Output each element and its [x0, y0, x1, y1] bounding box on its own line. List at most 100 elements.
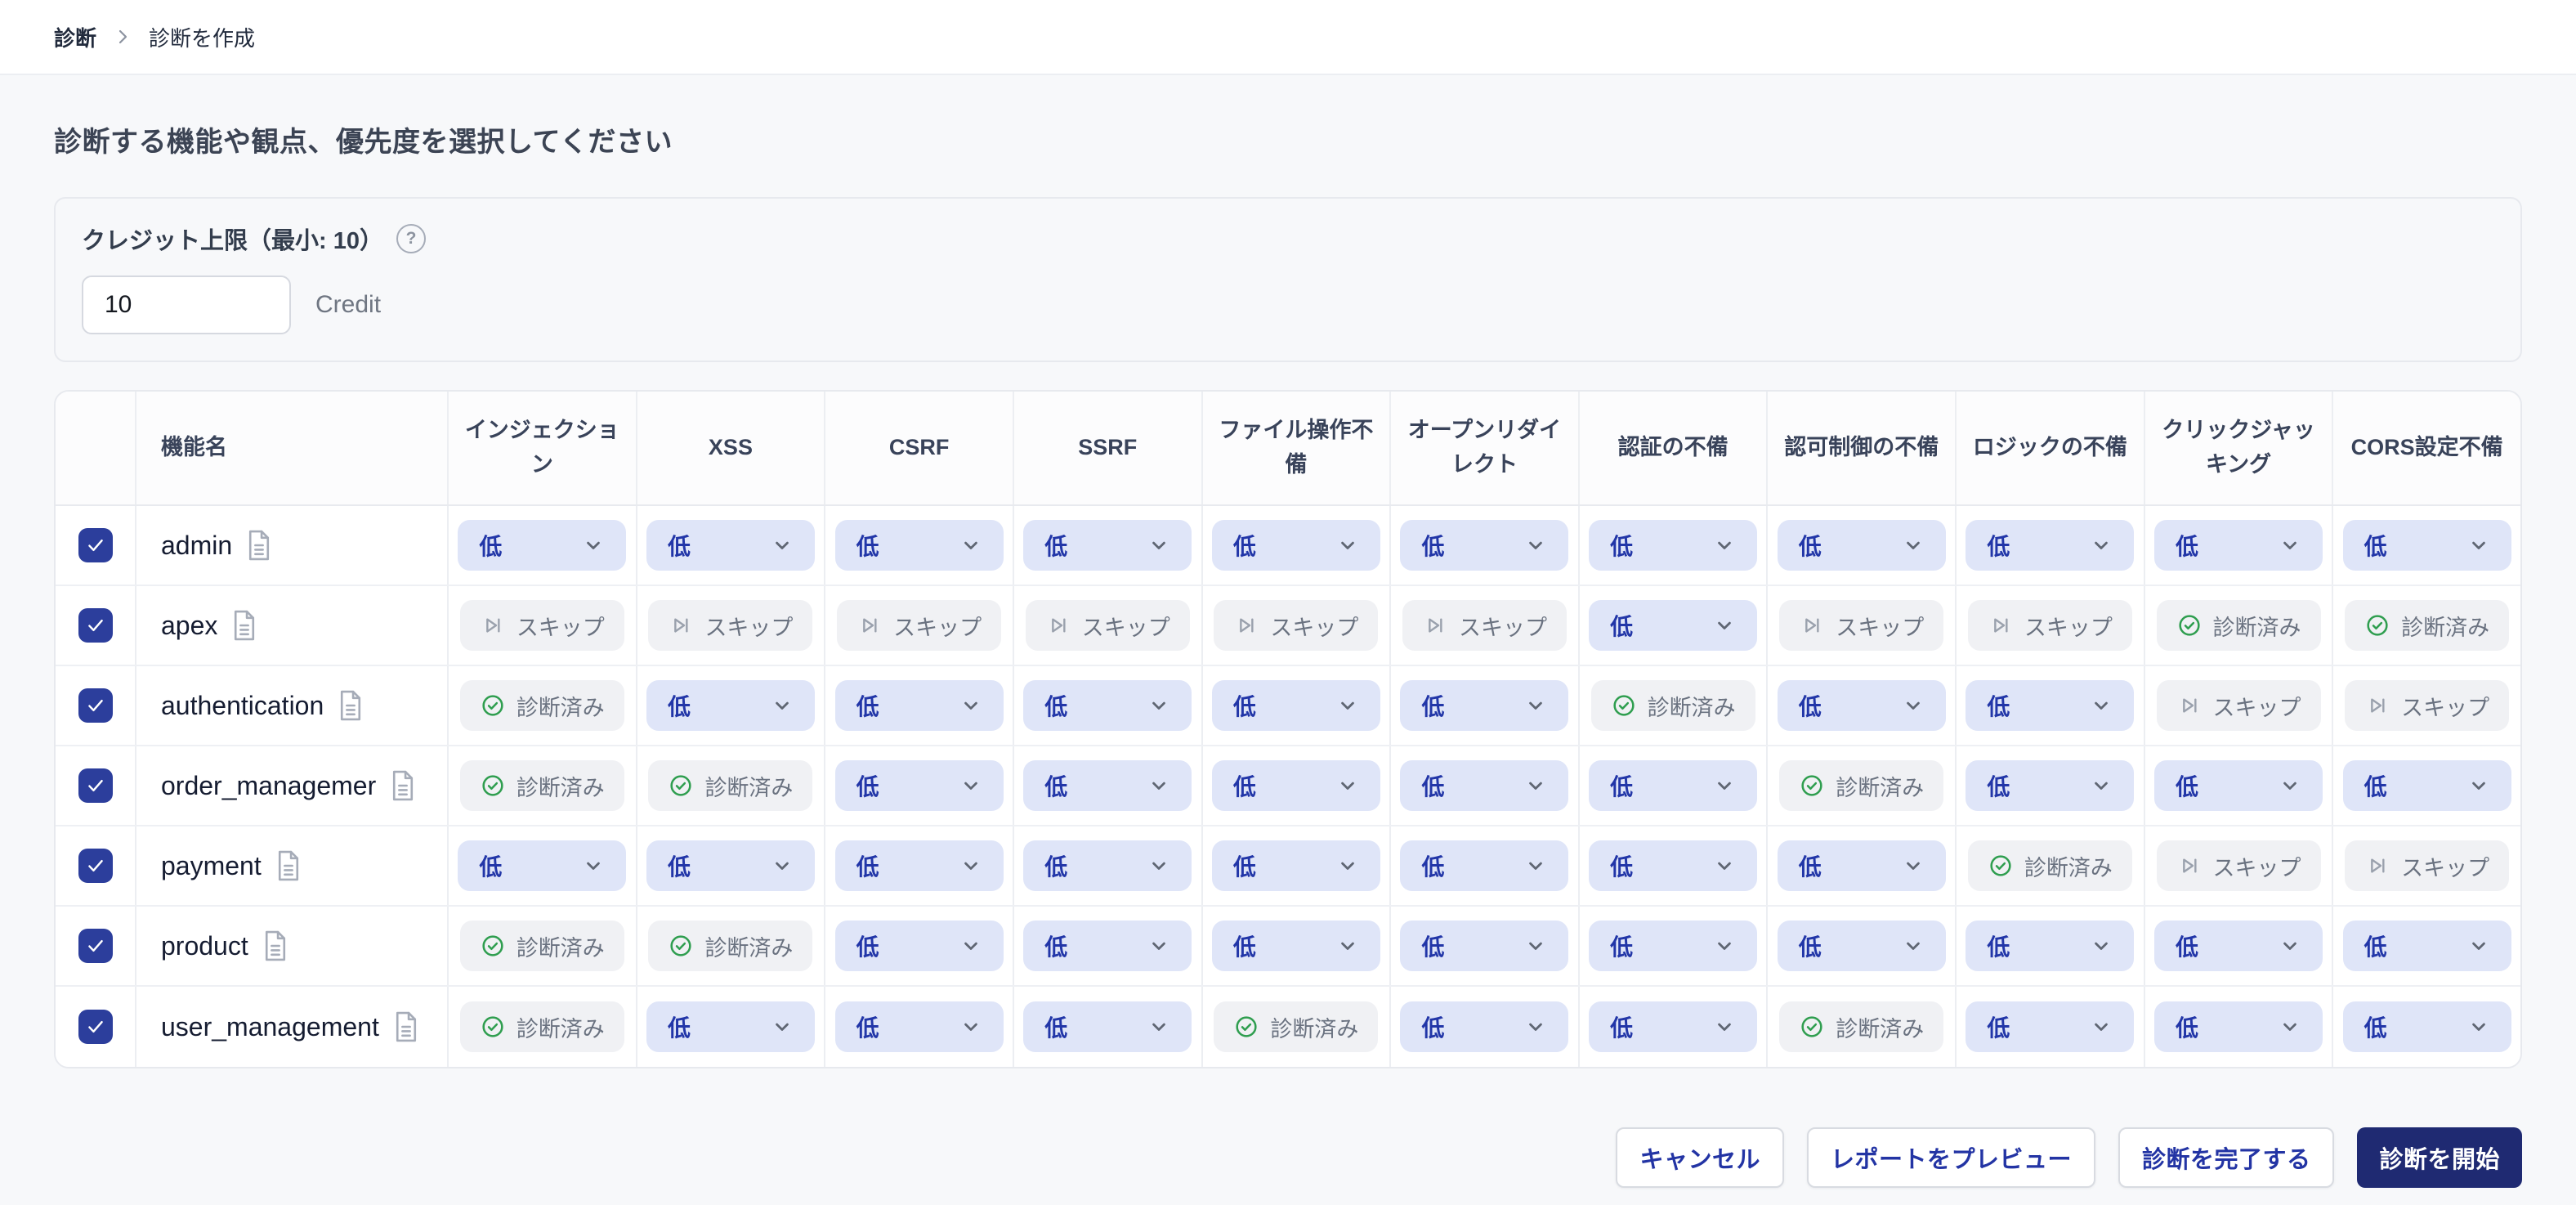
priority-dropdown[interactable]: 低 [2342, 921, 2511, 971]
skip-icon [2371, 698, 2385, 713]
priority-dropdown[interactable]: 低 [2342, 520, 2511, 571]
priority-dropdown[interactable]: 低 [1966, 760, 2135, 811]
chevron-down-icon [2283, 541, 2296, 549]
credit-limit-card: クレジット上限（最小: 10） ? Credit [54, 197, 2522, 362]
document-icon[interactable] [337, 689, 364, 722]
chevron-down-icon [2471, 1023, 2485, 1031]
document-icon[interactable] [389, 769, 417, 802]
priority-dropdown[interactable]: 低 [1777, 840, 1946, 891]
row-checkbox[interactable] [78, 768, 113, 803]
priority-dropdown[interactable]: 低 [1589, 520, 1758, 571]
done-status-chip: 診断済み [1779, 1001, 1944, 1052]
done-status-chip: 診断済み [459, 1001, 624, 1052]
priority-dropdown[interactable]: 低 [834, 1001, 1004, 1052]
document-icon[interactable] [262, 930, 289, 962]
priority-dropdown[interactable]: 低 [2342, 1001, 2511, 1052]
priority-dropdown[interactable]: 低 [2154, 760, 2323, 811]
chevron-down-icon [1718, 782, 1731, 790]
table-cell: 低 [1201, 506, 1390, 585]
priority-dropdown[interactable]: 低 [1589, 1001, 1758, 1052]
row-checkbox[interactable] [78, 849, 113, 883]
check-circle-icon [2367, 615, 2388, 636]
priority-dropdown[interactable]: 低 [646, 680, 815, 731]
document-icon[interactable] [245, 529, 273, 562]
priority-dropdown[interactable]: 低 [646, 1001, 815, 1052]
breadcrumb-item-diagnosis[interactable]: 診断 [54, 22, 96, 52]
done-status-chip: 診断済み [1590, 680, 1755, 731]
skip-status-chip: スキップ [2156, 680, 2321, 731]
priority-dropdown[interactable]: 低 [834, 840, 1004, 891]
table-cell: 低 [824, 506, 1013, 585]
priority-dropdown[interactable]: 低 [1966, 520, 2135, 571]
table-cell: 低 [1389, 907, 1578, 985]
done-status-chip: 診断済み [459, 921, 624, 971]
priority-dropdown[interactable]: 低 [834, 680, 1004, 731]
priority-dropdown[interactable]: 低 [1211, 520, 1380, 571]
priority-dropdown[interactable]: 低 [1211, 840, 1380, 891]
priority-dropdown[interactable]: 低 [646, 840, 815, 891]
checkmark-icon [87, 539, 103, 552]
chevron-down-icon [964, 1023, 977, 1031]
priority-dropdown[interactable]: 低 [1589, 921, 1758, 971]
priority-dropdown[interactable]: 低 [1400, 840, 1569, 891]
priority-dropdown[interactable]: 低 [1023, 680, 1192, 731]
priority-dropdown[interactable]: 低 [834, 520, 1004, 571]
priority-dropdown[interactable]: 低 [1777, 680, 1946, 731]
priority-dropdown[interactable]: 低 [1400, 760, 1569, 811]
priority-dropdown[interactable]: 低 [1966, 921, 2135, 971]
check-circle-icon [670, 935, 692, 956]
priority-dropdown[interactable]: 低 [1023, 840, 1192, 891]
row-checkbox[interactable] [78, 688, 113, 723]
priority-dropdown[interactable]: 低 [1966, 680, 2135, 731]
row-checkbox[interactable] [78, 608, 113, 643]
priority-dropdown[interactable]: 低 [1023, 921, 1192, 971]
priority-dropdown[interactable]: 低 [1777, 520, 1946, 571]
priority-dropdown[interactable]: 低 [1400, 520, 1569, 571]
credit-limit-input[interactable] [82, 275, 291, 334]
priority-dropdown[interactable]: 低 [2154, 1001, 2323, 1052]
complete-diagnosis-button[interactable]: 診断を完了する [2118, 1127, 2335, 1188]
document-icon[interactable] [392, 1010, 420, 1043]
priority-dropdown[interactable]: 低 [834, 760, 1004, 811]
priority-dropdown[interactable]: 低 [1966, 1001, 2135, 1052]
priority-dropdown[interactable]: 低 [1400, 680, 1569, 731]
priority-dropdown[interactable]: 低 [1211, 680, 1380, 731]
chevron-down-icon [1529, 701, 1543, 710]
priority-dropdown[interactable]: 低 [1211, 921, 1380, 971]
priority-dropdown[interactable]: 低 [1211, 760, 1380, 811]
row-checkbox[interactable] [78, 528, 113, 562]
priority-dropdown[interactable]: 低 [1777, 921, 1946, 971]
help-icon[interactable]: ? [396, 224, 426, 253]
checkmark-icon [87, 859, 103, 872]
preview-report-button[interactable]: レポートをプレビュー [1806, 1127, 2095, 1188]
chevron-down-icon [1152, 862, 1166, 870]
breadcrumb-chevron-icon [119, 29, 127, 44]
priority-dropdown[interactable]: 低 [1589, 840, 1758, 891]
skip-status-chip: スキップ [1214, 600, 1379, 651]
priority-dropdown[interactable]: 低 [1589, 600, 1758, 651]
priority-dropdown[interactable]: 低 [2154, 921, 2323, 971]
document-icon[interactable] [275, 849, 302, 882]
priority-dropdown[interactable]: 低 [1023, 760, 1192, 811]
row-checkbox[interactable] [78, 929, 113, 963]
table-cell: 低 [1766, 907, 1955, 985]
priority-dropdown[interactable]: 低 [1589, 760, 1758, 811]
document-icon[interactable] [230, 609, 258, 642]
priority-dropdown[interactable]: 低 [458, 840, 627, 891]
priority-dropdown[interactable]: 低 [1023, 520, 1192, 571]
row-checkbox[interactable] [78, 1010, 113, 1044]
priority-dropdown[interactable]: 低 [2342, 760, 2511, 811]
feature-name: admin [161, 530, 233, 560]
skip-icon [2182, 698, 2197, 713]
priority-dropdown[interactable]: 低 [2154, 520, 2323, 571]
priority-dropdown[interactable]: 低 [1400, 1001, 1569, 1052]
table-cell: 低 [447, 506, 636, 585]
cancel-button[interactable]: キャンセル [1616, 1127, 1784, 1188]
start-diagnosis-button[interactable]: 診断を開始 [2357, 1127, 2522, 1188]
priority-dropdown[interactable]: 低 [1023, 1001, 1192, 1052]
priority-dropdown[interactable]: 低 [1400, 921, 1569, 971]
priority-dropdown[interactable]: 低 [646, 520, 815, 571]
priority-dropdown[interactable]: 低 [458, 520, 627, 571]
priority-dropdown[interactable]: 低 [834, 921, 1004, 971]
table-cell: 低 [1012, 746, 1201, 825]
